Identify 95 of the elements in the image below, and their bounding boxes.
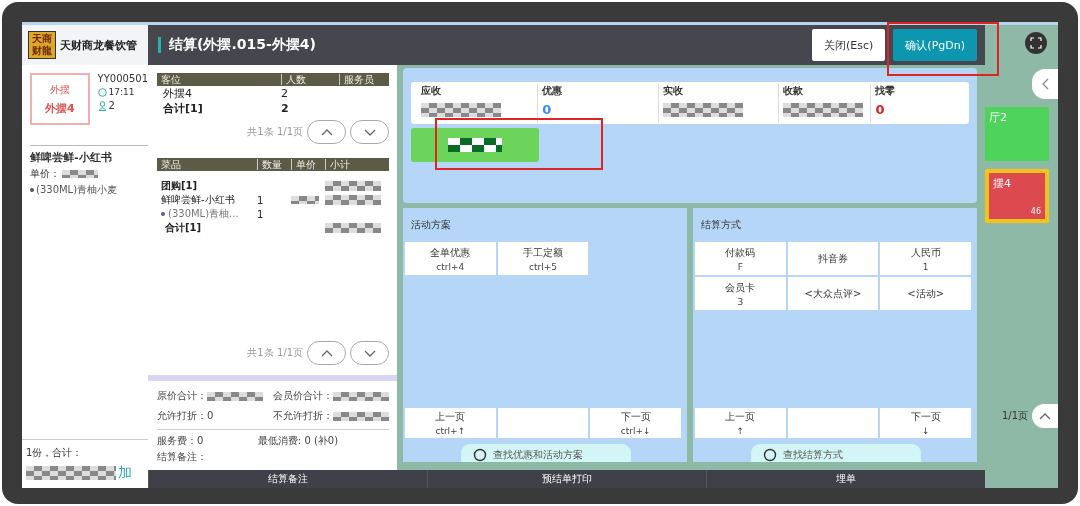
chevron-down-icon bbox=[363, 349, 376, 357]
option-button[interactable]: 抖音券 bbox=[787, 242, 879, 275]
pager-text: 共1条 1/1页 bbox=[247, 125, 303, 139]
footer-button[interactable]: 结算备注 bbox=[148, 470, 427, 488]
logo: 天商 财龍 bbox=[28, 31, 56, 59]
redacted-value bbox=[291, 196, 319, 204]
bullet-icon bbox=[30, 188, 34, 192]
page-up-button[interactable] bbox=[1032, 404, 1058, 428]
prev-page-button[interactable]: 上一页 ctrl+↑ bbox=[405, 408, 496, 438]
amount-label: 应收 bbox=[421, 84, 442, 98]
option-button[interactable]: 会员卡 3 bbox=[695, 277, 786, 310]
amount-value: 0 bbox=[875, 103, 886, 116]
redacted-value bbox=[333, 391, 389, 401]
app-title: 天财商龙餐饮管 bbox=[60, 37, 137, 53]
option-button[interactable]: 付款码 F bbox=[695, 242, 786, 275]
chevron-down-icon bbox=[363, 128, 376, 136]
table-cell-text: 团购[1] bbox=[161, 179, 199, 193]
amount-value: 0 bbox=[542, 103, 553, 116]
add-label: 加 bbox=[118, 464, 132, 482]
table-cell-text: 2 bbox=[281, 102, 290, 115]
next-page-button[interactable]: 下一页 ctrl+↓ bbox=[590, 408, 681, 438]
search-button[interactable]: 查找结算方式 bbox=[751, 444, 921, 462]
item-name: 鲜啤尝鲜-小红书 bbox=[30, 150, 113, 165]
page-down-button[interactable] bbox=[350, 341, 389, 365]
back-button[interactable] bbox=[1032, 69, 1058, 99]
summary-label: 最低消费: 0 (补0) bbox=[257, 434, 340, 448]
summary-label: 会员价合计： bbox=[273, 389, 333, 403]
option-button[interactable]: <活动> bbox=[880, 277, 971, 310]
column-header: 服务员 bbox=[339, 74, 389, 85]
column-header: 菜品 bbox=[160, 159, 182, 170]
table-cell-text: 合计[1] bbox=[163, 101, 204, 116]
column-header: 数量 bbox=[257, 159, 291, 170]
panel-title: 结算方式 bbox=[700, 218, 742, 232]
prev-page-button[interactable]: 上一页 ↑ bbox=[695, 408, 786, 438]
table-cell-text: 合计[1] bbox=[165, 221, 203, 235]
summary-label: 允许打折：0 bbox=[157, 409, 214, 423]
page-up-button[interactable] bbox=[307, 120, 346, 144]
pager-text: 1/1页 bbox=[1001, 409, 1028, 423]
table-card[interactable]: 外摆 外摆4 bbox=[30, 73, 90, 125]
price-label: 单价： bbox=[30, 167, 60, 181]
option-button[interactable]: 手工定额 ctrl+5 bbox=[497, 242, 589, 275]
order-time: 17:11 bbox=[108, 87, 135, 97]
guest-count: 2 bbox=[108, 100, 115, 111]
column-header: 单价 bbox=[291, 159, 325, 170]
table-cell-text: 2 bbox=[281, 87, 289, 100]
confirm-button[interactable]: 确认(PgDn) bbox=[893, 29, 977, 61]
close-button[interactable]: 关闭(Esc) bbox=[812, 29, 886, 61]
column-header: 客位 bbox=[160, 74, 182, 85]
total-label: 1份，合计： bbox=[26, 446, 84, 460]
table-cell: (330ML)青柚... bbox=[161, 207, 257, 221]
chevron-left-icon bbox=[1041, 78, 1049, 90]
pager-text: 共1条 1/1页 bbox=[247, 346, 303, 360]
amount-button[interactable] bbox=[411, 128, 539, 162]
search-button[interactable]: 查找优惠和活动方案 bbox=[461, 444, 631, 462]
redacted-value bbox=[325, 223, 381, 233]
redacted-value bbox=[325, 181, 381, 191]
column-header: 人数 bbox=[281, 74, 339, 85]
search-icon bbox=[763, 448, 777, 462]
redacted-value bbox=[448, 138, 502, 152]
page-up-button[interactable] bbox=[307, 341, 346, 365]
amount-label: 收款 bbox=[782, 84, 804, 98]
summary-label: 结算备注： bbox=[157, 450, 208, 464]
redacted-value bbox=[333, 411, 389, 421]
dialog-title: 结算(外摆.015-外摆4) bbox=[169, 36, 317, 54]
table-cell-text: 1 bbox=[257, 208, 265, 220]
order-number: YY000501 bbox=[97, 73, 148, 84]
column-header: 小计 bbox=[325, 159, 389, 170]
summary-label: 服务费：0 bbox=[157, 434, 205, 448]
search-icon bbox=[473, 448, 487, 462]
panel-title: 活动方案 bbox=[410, 218, 452, 232]
amount-label: 找零 bbox=[875, 84, 897, 98]
next-page-button[interactable]: 下一页 ↓ bbox=[880, 408, 971, 438]
footer-button[interactable]: 预结单打印 bbox=[427, 470, 706, 488]
item-option: (330ML)青柚小麦 bbox=[36, 183, 118, 197]
redacted-value bbox=[207, 391, 263, 401]
redacted-value bbox=[62, 170, 98, 178]
person-icon bbox=[97, 100, 107, 111]
option-button[interactable]: 人民币 1 bbox=[880, 242, 971, 275]
amount-label: 实收 bbox=[662, 84, 684, 98]
redacted-value bbox=[325, 195, 381, 205]
table-cell-text: 1 bbox=[257, 194, 265, 206]
bullet-icon bbox=[161, 212, 165, 216]
chevron-up-icon bbox=[1039, 412, 1051, 420]
summary-label: 原价合计： bbox=[157, 389, 207, 403]
table-cell-text: 鲜啤尝鲜-小红书 bbox=[161, 193, 236, 207]
clock-icon bbox=[97, 87, 107, 97]
table-cell-text: 外摆4 bbox=[163, 86, 193, 101]
option-button[interactable]: 全单优惠 ctrl+4 bbox=[405, 242, 496, 275]
summary-label: 不允许打折： bbox=[273, 409, 333, 423]
option-button[interactable]: <大众点评> bbox=[787, 277, 879, 310]
chevron-up-icon bbox=[320, 128, 333, 136]
page-down-button[interactable] bbox=[350, 120, 389, 144]
amount-label: 优惠 bbox=[542, 84, 564, 98]
chevron-up-icon bbox=[320, 349, 333, 357]
table-tile[interactable]: 摆4 46 bbox=[985, 169, 1049, 223]
